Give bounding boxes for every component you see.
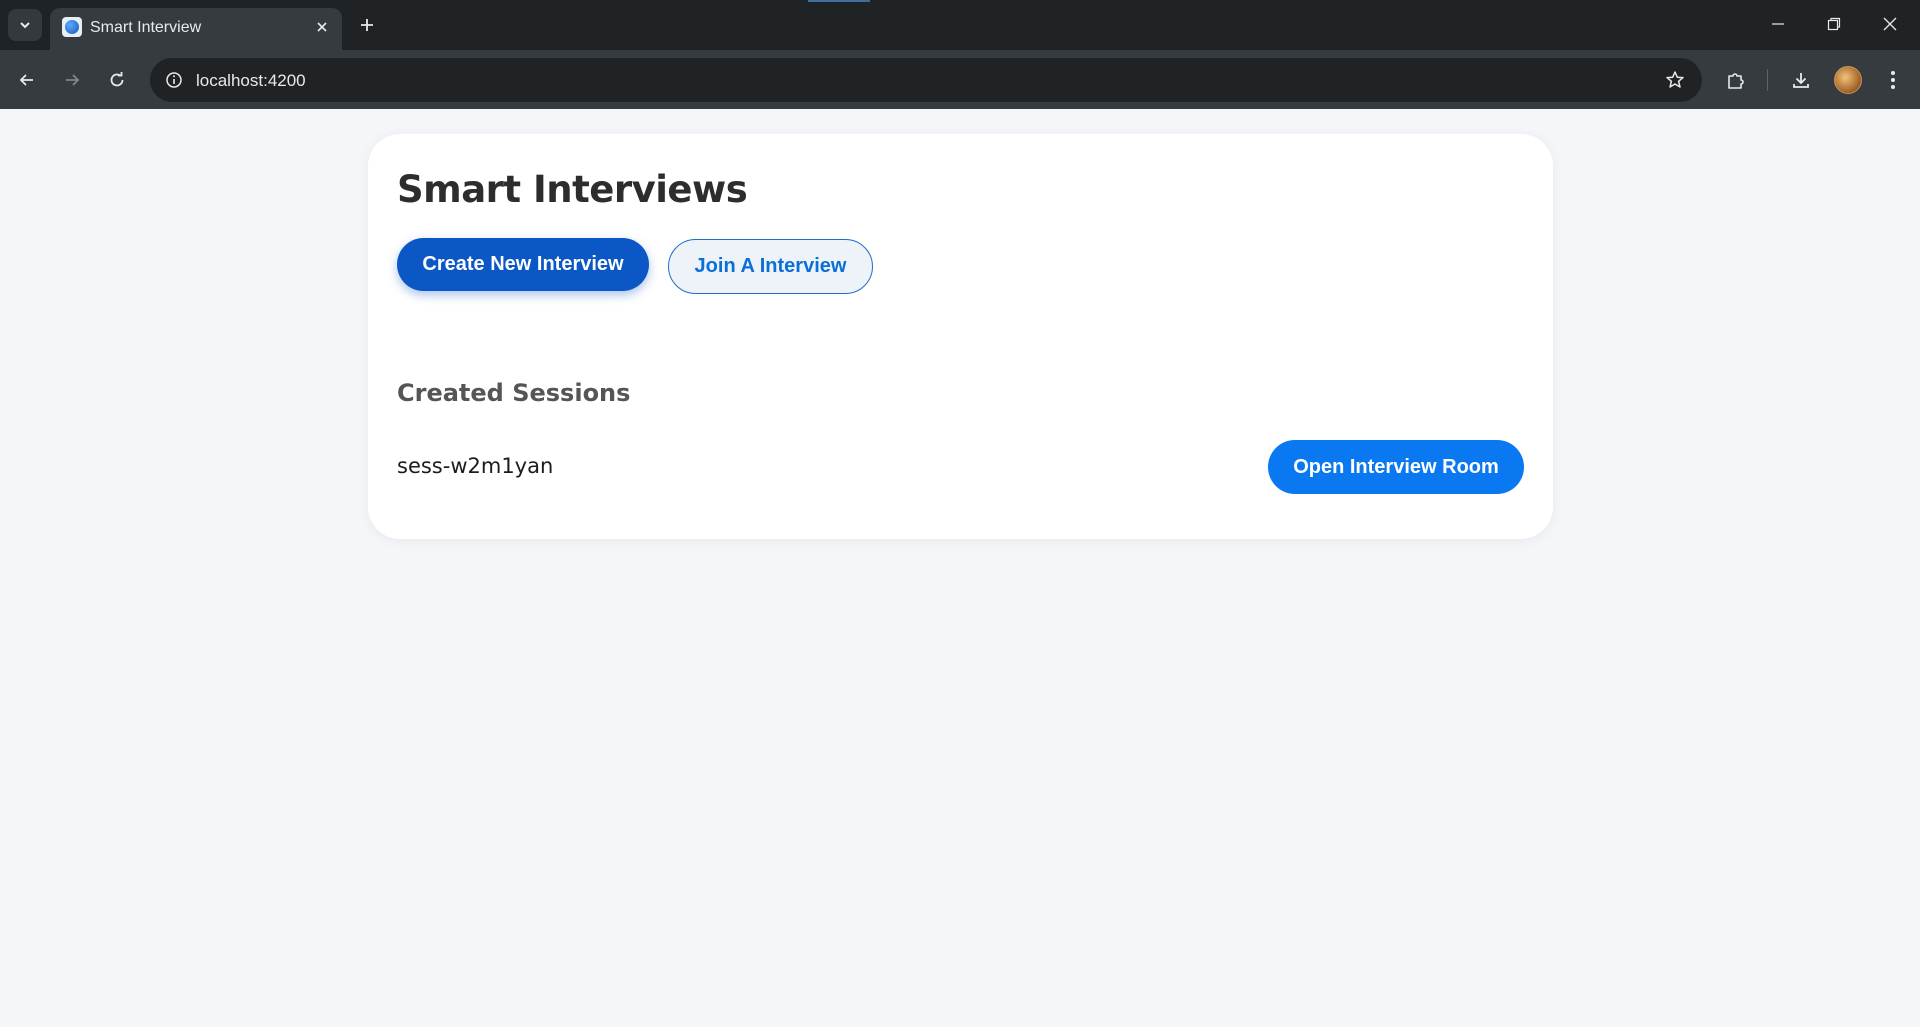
reload-icon bbox=[110, 72, 124, 87]
downloads-button[interactable] bbox=[1783, 62, 1819, 98]
back-button[interactable] bbox=[9, 62, 45, 98]
minimize-icon bbox=[1772, 23, 1784, 25]
create-interview-button[interactable]: Create New Interview bbox=[397, 238, 649, 291]
browser-tabstrip: Smart Interview bbox=[0, 0, 1920, 50]
globe-icon bbox=[62, 17, 82, 37]
url-text: localhost:4200 bbox=[196, 71, 306, 90]
address-bar[interactable]: localhost:4200 bbox=[150, 58, 1702, 102]
open-interview-room-button[interactable]: Open Interview Room bbox=[1268, 440, 1524, 494]
tab-close-button[interactable] bbox=[310, 15, 334, 39]
session-row: sess-w2m1yan Open Interview Room bbox=[397, 440, 1524, 494]
info-icon bbox=[166, 72, 182, 88]
restore-icon bbox=[1827, 17, 1841, 31]
interview-card: Smart Interviews Create New Interview Jo… bbox=[368, 134, 1553, 539]
site-info-button[interactable] bbox=[160, 66, 188, 94]
forward-button[interactable] bbox=[54, 62, 90, 98]
browser-tab[interactable]: Smart Interview bbox=[50, 8, 342, 50]
more-vert-icon bbox=[1891, 71, 1895, 89]
join-interview-button[interactable]: Join A Interview bbox=[668, 239, 873, 294]
browser-menu-button[interactable] bbox=[1875, 62, 1911, 98]
tab-search-button[interactable] bbox=[8, 9, 42, 41]
tab-title: Smart Interview bbox=[90, 19, 202, 36]
extensions-button[interactable] bbox=[1718, 62, 1754, 98]
restore-button[interactable] bbox=[1806, 0, 1862, 48]
toolbar-separator bbox=[1767, 69, 1768, 91]
arrow-right-icon bbox=[66, 74, 80, 86]
profile-avatar[interactable] bbox=[1834, 66, 1862, 94]
page-title: Smart Interviews bbox=[397, 168, 748, 211]
browser-toolbar: localhost:4200 bbox=[0, 50, 1920, 109]
created-sessions-heading: Created Sessions bbox=[397, 379, 631, 407]
session-id: sess-w2m1yan bbox=[397, 454, 554, 478]
plus-icon bbox=[361, 19, 373, 31]
tab-indicator bbox=[808, 0, 870, 2]
reload-button[interactable] bbox=[99, 62, 135, 98]
new-tab-button[interactable] bbox=[352, 10, 382, 40]
minimize-button[interactable] bbox=[1750, 0, 1806, 48]
puzzle-icon bbox=[1728, 73, 1744, 89]
bookmark-button[interactable] bbox=[1662, 67, 1688, 93]
chevron-down-icon bbox=[20, 22, 30, 29]
close-icon bbox=[1883, 17, 1897, 31]
star-icon bbox=[1666, 71, 1684, 88]
download-icon bbox=[1793, 73, 1809, 88]
close-icon bbox=[317, 22, 327, 32]
arrow-left-icon bbox=[19, 74, 33, 86]
close-window-button[interactable] bbox=[1862, 0, 1918, 48]
